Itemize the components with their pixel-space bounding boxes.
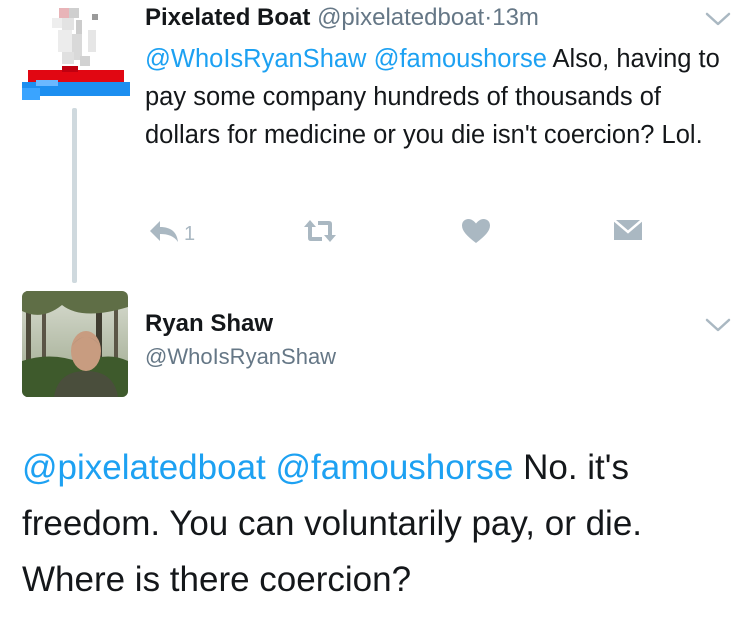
avatar-pixelated-boat[interactable] — [22, 4, 130, 104]
direct-message-icon — [613, 218, 643, 247]
mention-link[interactable]: @famoushorse — [374, 45, 547, 73]
reply-button[interactable]: 1 — [148, 218, 195, 249]
thread-connector-line — [72, 108, 77, 283]
reply-count: 1 — [184, 223, 196, 245]
username[interactable]: @pixelatedboat — [317, 4, 484, 31]
reply-icon — [148, 218, 180, 249]
direct-message-button[interactable] — [613, 218, 643, 247]
display-name[interactable]: Pixelated Boat — [145, 4, 310, 31]
heart-icon — [461, 218, 491, 249]
tweet-actions: 1 — [148, 218, 668, 248]
chevron-down-icon[interactable] — [704, 316, 732, 334]
chevron-down-icon[interactable] — [704, 10, 732, 28]
username[interactable]: @WhoIsRyanShaw — [145, 344, 336, 370]
timestamp[interactable]: 13m — [492, 4, 539, 31]
mention-link[interactable]: @famoushorse — [276, 448, 514, 487]
mention-link[interactable]: @WhoIsRyanShaw — [145, 45, 366, 73]
retweet-icon — [302, 218, 338, 249]
tweet-header: Pixelated Boat @pixelatedboat·13m — [145, 4, 539, 32]
avatar-ryan-shaw[interactable] — [22, 291, 128, 397]
tweet-text: @pixelatedboat @famoushorse No. it's fre… — [22, 440, 737, 608]
display-name[interactable]: Ryan Shaw — [145, 310, 273, 338]
mention-link[interactable]: @pixelatedboat — [22, 448, 266, 487]
like-button[interactable] — [461, 218, 491, 249]
retweet-button[interactable] — [302, 218, 338, 249]
tweet-text: @WhoIsRyanShaw @famoushorse Also, having… — [145, 40, 725, 154]
